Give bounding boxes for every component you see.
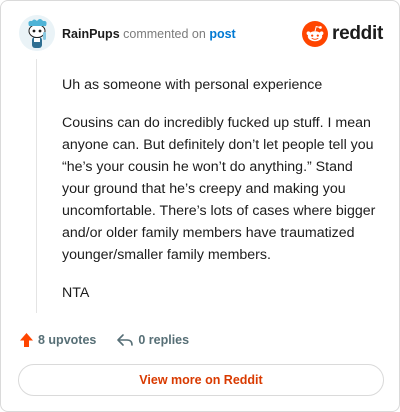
comment-header: RainPups commented on post reddit	[19, 15, 383, 55]
username-link[interactable]: RainPups	[62, 27, 120, 41]
reddit-logo[interactable]: reddit	[302, 21, 383, 47]
reply-arrow-icon	[117, 334, 134, 346]
action-text: commented on	[123, 27, 206, 41]
comment-paragraph: Cousins can do incredibly fucked up stuf…	[62, 115, 376, 263]
comment-actions: 8 upvotes 0 replies	[19, 329, 189, 351]
replies-count: 0 replies	[138, 333, 190, 347]
comment-byline: RainPups commented on post	[62, 27, 236, 41]
thread-line	[36, 59, 37, 313]
reddit-snoo-icon	[302, 21, 329, 47]
comment-paragraph: Uh as someone with personal experience	[62, 77, 323, 93]
upvote-arrow-icon	[20, 333, 33, 347]
replies-button[interactable]: 0 replies	[116, 333, 189, 347]
comment-body: Uh as someone with personal experience C…	[62, 74, 382, 320]
comment-paragraph: NTA	[62, 285, 90, 301]
post-link[interactable]: post	[209, 27, 235, 41]
reddit-wordmark: reddit	[332, 23, 383, 44]
upvote-button[interactable]: 8 upvotes	[19, 332, 96, 348]
user-avatar[interactable]	[19, 15, 55, 51]
snoo-avatar-icon	[19, 15, 55, 51]
upvote-count: 8 upvotes	[38, 333, 97, 347]
comment-embed-card: RainPups commented on post reddit Uh as …	[0, 0, 400, 412]
view-more-button[interactable]: View more on Reddit	[18, 364, 384, 396]
